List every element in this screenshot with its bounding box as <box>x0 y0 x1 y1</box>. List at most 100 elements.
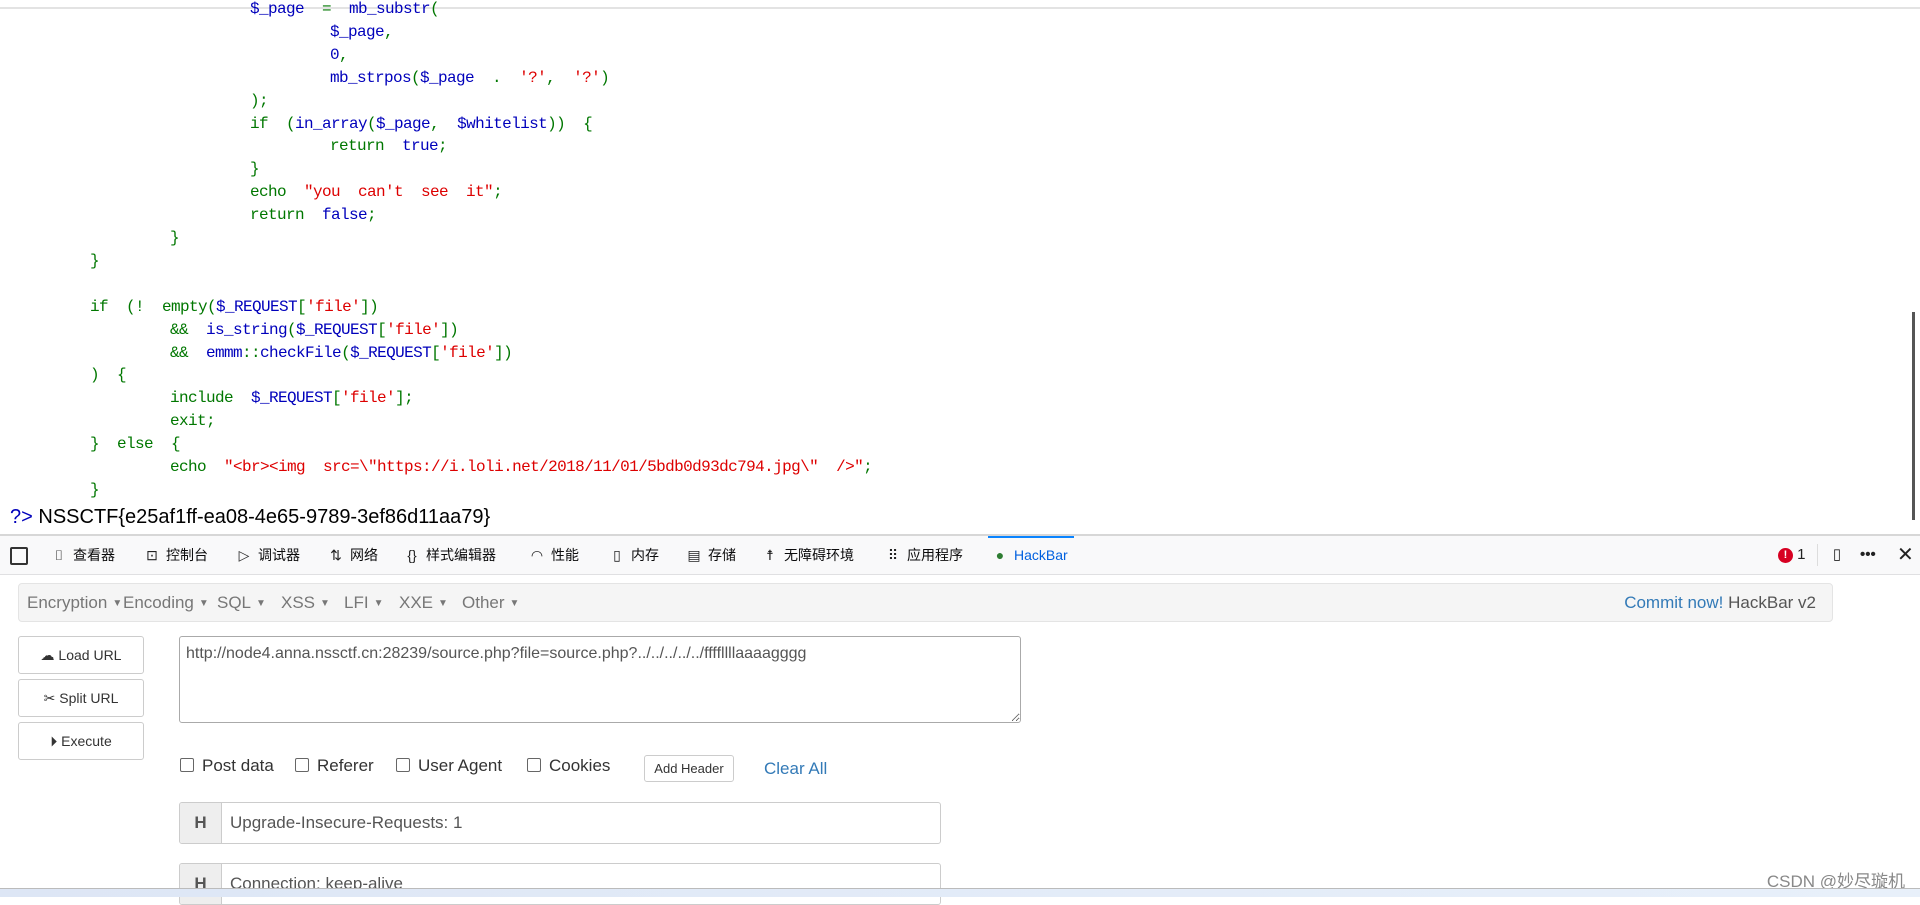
error-icon: ! <box>1778 547 1793 563</box>
memory-icon: ▯ <box>613 547 621 563</box>
code-token: exit; <box>170 412 216 431</box>
tab-label: 无障碍环境 <box>784 547 854 563</box>
split-url-label: Split URL <box>59 690 119 706</box>
code-token: in_array <box>295 114 368 133</box>
tab-label: 存储 <box>708 547 736 563</box>
header-value[interactable]: Upgrade-Insecure-Requests: 1 <box>230 803 462 843</box>
close-icon[interactable]: ✕ <box>1897 536 1914 574</box>
tab-性能[interactable]: ◠ 性能 <box>525 536 585 574</box>
menu-lfi[interactable]: LFI ▼ <box>344 584 383 623</box>
dock-side-icon[interactable]: ▯ <box>1828 536 1846 574</box>
tab-hackbar[interactable]: ● HackBar <box>988 536 1074 574</box>
code-token: $_REQUEST <box>216 297 298 316</box>
tab-label: 查看器 <box>73 547 115 563</box>
tab-控制台[interactable]: ⊡ 控制台 <box>140 536 214 574</box>
application-icon: ⠿ <box>887 547 899 563</box>
tab-内存[interactable]: ▯ 内存 <box>605 536 665 574</box>
code-line: } <box>170 227 180 250</box>
code-token: ]) <box>360 297 379 316</box>
load-url-label: Load URL <box>58 647 122 663</box>
split-url-button[interactable]: ✂ Split URL <box>18 679 144 717</box>
menu-label: Other <box>462 593 505 612</box>
code-token: = <box>304 0 350 18</box>
clear-all-link[interactable]: Clear All <box>764 755 827 782</box>
caret-down-icon: ▼ <box>112 597 123 609</box>
caret-down-icon: ▼ <box>198 597 209 609</box>
checkbox-label: Post data <box>202 756 274 775</box>
code-line: exit; <box>170 410 216 433</box>
more-options-icon[interactable]: ••• <box>1860 536 1876 574</box>
code-token: checkFile <box>260 343 342 362</box>
commit-link[interactable]: Commit now! <box>1624 593 1723 612</box>
code-token: ; <box>863 458 873 476</box>
code-token: ]; <box>395 389 414 408</box>
checkbox-user-agent[interactable]: User Agent <box>396 755 502 777</box>
header-value[interactable]: Connection: keep-alive <box>230 864 403 904</box>
error-indicator[interactable]: ! 1 <box>1778 536 1806 574</box>
devtools-toolbar: ⌷ 查看器 ⊡ 控制台 ▷ 调试器 ⇅ 网络 {} 样式编辑器 ◠ 性能 ▯ 内存 ▤ 存储 ☨ 无障碍环境 ⠿ 应用… <box>0 536 1920 575</box>
play-icon: ⏵ <box>50 733 58 749</box>
tab-label: 控制台 <box>166 547 208 563</box>
code-token: 'file' <box>386 320 441 339</box>
checkbox-referer[interactable]: Referer <box>295 755 374 777</box>
element-picker-icon[interactable] <box>10 547 28 565</box>
menu-encryption[interactable]: Encryption ▼ <box>27 584 122 623</box>
code-line: $_page = mb_substr( <box>250 0 440 21</box>
tab-label: HackBar <box>1014 547 1068 563</box>
tab-样式编辑器[interactable]: {} 样式编辑器 <box>400 536 502 574</box>
checkbox[interactable] <box>396 758 410 772</box>
tab-调试器[interactable]: ▷ 调试器 <box>232 536 306 574</box>
code-token: , <box>430 114 458 133</box>
code-token: [ <box>297 297 307 316</box>
code-token: $_page <box>250 0 305 18</box>
cloud-download-icon: ☁ <box>40 647 55 663</box>
code-token: 0 <box>330 45 340 64</box>
tab-存储[interactable]: ▤ 存储 <box>682 536 742 574</box>
menu-xxe[interactable]: XXE ▼ <box>399 584 448 623</box>
code-token: 'file' <box>341 389 396 408</box>
code-token: return <box>250 206 323 225</box>
tab-网络[interactable]: ⇅ 网络 <box>324 536 384 574</box>
checkbox-cookies[interactable]: Cookies <box>527 755 610 777</box>
code-line: if (in_array($_page, $whitelist)) { <box>250 113 593 136</box>
code-token: $_page <box>420 68 493 87</box>
code-token: ( <box>411 68 421 87</box>
url-input[interactable]: http://node4.anna.nssctf.cn:28239/source… <box>179 636 1021 723</box>
hackbar-icon: ● <box>995 547 1005 563</box>
header-tag: H <box>180 803 222 843</box>
style-editor-icon: {} <box>407 547 417 563</box>
menu-encoding[interactable]: Encoding ▼ <box>123 584 209 623</box>
checkbox[interactable] <box>295 758 309 772</box>
tab-无障碍环境[interactable]: ☨ 无障碍环境 <box>758 536 860 574</box>
code-token: include <box>170 389 252 408</box>
code-token: $_REQUEST <box>251 389 333 408</box>
menu-other[interactable]: Other ▼ <box>462 584 519 623</box>
load-url-button[interactable]: ☁ Load URL <box>18 636 144 674</box>
header-row[interactable]: H Connection: keep-alive <box>179 863 941 905</box>
checkbox[interactable] <box>180 758 194 772</box>
code-token: . <box>492 68 520 87</box>
execute-button[interactable]: ⏵ Execute <box>18 722 144 760</box>
checkbox-post-data[interactable]: Post data <box>180 755 274 777</box>
tab-应用程序[interactable]: ⠿ 应用程序 <box>881 536 969 574</box>
caret-down-icon: ▼ <box>373 597 384 609</box>
checkbox[interactable] <box>527 758 541 772</box>
add-header-button[interactable]: Add Header <box>644 755 734 782</box>
code-token: && <box>170 320 207 339</box>
code-line: if (! empty($_REQUEST['file']) <box>90 296 379 319</box>
menu-xss[interactable]: XSS ▼ <box>281 584 330 623</box>
code-line: && is_string($_REQUEST['file']) <box>170 319 459 342</box>
caret-down-icon: ▼ <box>256 597 266 609</box>
page-scrollbar[interactable] <box>1912 312 1915 520</box>
page-output: ?> NSSCTF{e25af1ff-ea08-4e65-9789-3ef86d… <box>10 504 490 530</box>
tab-查看器[interactable]: ⌷ 查看器 <box>47 536 121 574</box>
code-token: )) { <box>547 114 593 133</box>
menu-label: SQL <box>217 593 252 612</box>
code-token: $_REQUEST <box>350 343 432 362</box>
toolbar-divider <box>1817 544 1818 566</box>
storage-icon: ▤ <box>687 547 701 563</box>
accessibility-icon: ☨ <box>766 547 774 563</box>
hackbar-menu: Encryption ▼ Encoding ▼ SQL ▼ XSS ▼ LFI ▼ XXE ▼ Othe… <box>18 583 1833 622</box>
menu-sql[interactable]: SQL ▼ <box>217 584 266 623</box>
header-row[interactable]: H Upgrade-Insecure-Requests: 1 <box>179 802 941 844</box>
